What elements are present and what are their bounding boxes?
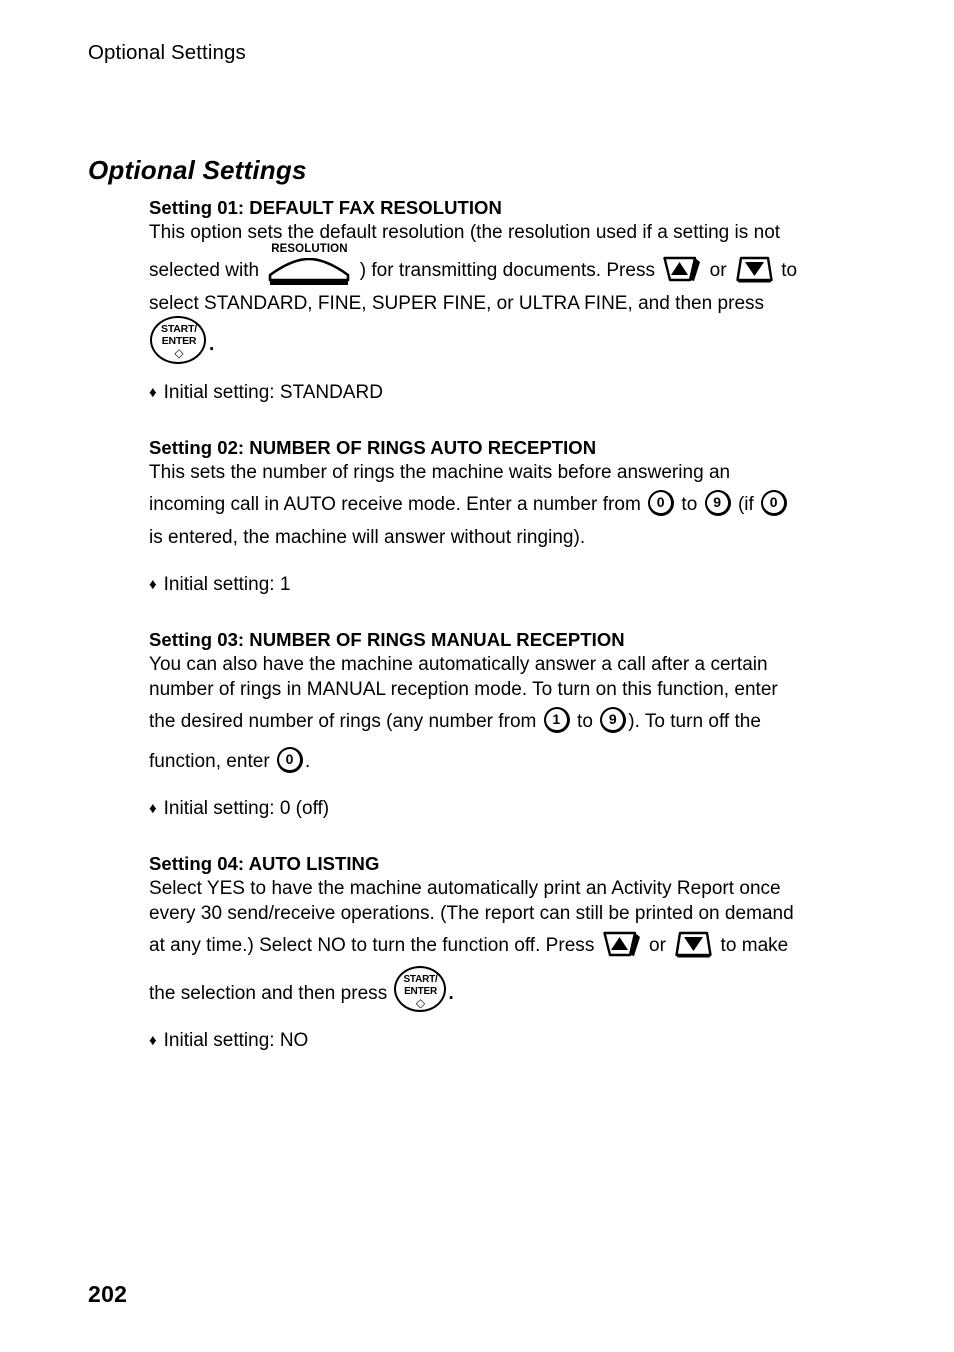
initial-setting-line: ♦ Initial setting: 0 (off) xyxy=(149,796,861,822)
paragraph-line: to xyxy=(577,711,593,732)
resolution-key-icon[interactable]: RESOLUTION xyxy=(266,243,352,289)
section-setting-03: Setting 03: NUMBER OF RINGS MANUAL RECEP… xyxy=(149,628,861,822)
paragraph-line: ) for transmitting documents. Press xyxy=(359,260,656,281)
paragraph-line: to xyxy=(681,494,698,515)
arrow-down-key-shape xyxy=(736,256,773,283)
start-enter-key-label-line1: START/ xyxy=(161,323,197,335)
section-paragraph: You can also have the machine automatica… xyxy=(149,652,861,677)
arrow-down-key-icon[interactable] xyxy=(734,254,774,284)
number-key-0-icon[interactable]: 0 xyxy=(648,490,675,516)
section-paragraph: number of rings in MANUAL reception mode… xyxy=(149,677,861,702)
paragraph-line: (if xyxy=(737,494,754,515)
section-paragraph-with-keys: selected with RESOLUTION ) for transmitt… xyxy=(149,243,861,291)
page-number: 202 xyxy=(88,1281,128,1307)
paragraph-line: to xyxy=(781,260,798,281)
paragraph-line: incoming call in AUTO receive mode. Ente… xyxy=(149,494,641,515)
paragraph-line: ). To turn off the xyxy=(628,711,761,732)
paragraph-line: . xyxy=(448,983,454,1004)
number-key-0-icon[interactable]: 0 xyxy=(277,747,304,773)
number-key-label: 1 xyxy=(552,711,561,727)
paragraph-line: . xyxy=(209,334,215,355)
start-enter-key-icon[interactable]: START/ ENTER ◇ xyxy=(150,316,208,366)
start-enter-key-label-line1: START/ xyxy=(403,974,438,985)
number-key-1-icon[interactable]: 1 xyxy=(543,707,570,733)
arrow-up-key-icon[interactable] xyxy=(602,929,642,959)
section-paragraph: is entered, the machine will answer with… xyxy=(149,525,861,550)
section-paragraph-with-keys: function, enter 0 . xyxy=(149,742,861,782)
number-key-9-icon[interactable]: 9 xyxy=(600,707,627,733)
number-key-label: 0 xyxy=(656,494,665,510)
section-setting-01: Setting 01: DEFAULT FAX RESOLUTION This … xyxy=(149,196,861,406)
initial-setting-text: Initial setting: STANDARD xyxy=(163,382,383,403)
section-paragraph-with-keys: START/ ENTER ◇ . xyxy=(149,316,861,366)
paragraph-line: every 30 send/receive operations. (The r… xyxy=(149,903,794,924)
number-key-label: 9 xyxy=(608,711,617,727)
section-paragraph: select STANDARD, FINE, SUPER FINE, or UL… xyxy=(149,291,861,316)
diamond-bullet-icon: ♦ xyxy=(149,384,157,401)
start-enter-key-diamond-icon: ◇ xyxy=(415,996,426,1010)
paragraph-line: . xyxy=(305,751,311,772)
number-key-label: 0 xyxy=(285,751,294,767)
initial-setting-line: ♦ Initial setting: 1 xyxy=(149,572,861,598)
section-heading: Setting 03: NUMBER OF RINGS MANUAL RECEP… xyxy=(149,629,625,650)
section-paragraph-with-keys: the selection and then press START/ ENTE… xyxy=(149,966,861,1014)
arrow-up-key-icon[interactable] xyxy=(662,254,702,284)
section-paragraph-with-keys: the desired number of rings (any number … xyxy=(149,702,861,742)
paragraph-line: or xyxy=(709,260,727,281)
paragraph-line: at any time.) Select NO to turn the func… xyxy=(149,935,595,956)
paragraph-line: function, enter xyxy=(149,751,270,772)
number-key-label: 0 xyxy=(769,494,778,510)
paragraph-line: is entered, the machine will answer with… xyxy=(149,527,586,548)
section-setting-02: Setting 02: NUMBER OF RINGS AUTO RECEPTI… xyxy=(149,436,861,598)
arrow-up-key-shape xyxy=(602,931,640,957)
paragraph-line: selected with xyxy=(149,260,260,281)
section-heading: Setting 02: NUMBER OF RINGS AUTO RECEPTI… xyxy=(149,437,597,458)
paragraph-line: This sets the number of rings the machin… xyxy=(149,462,731,483)
paragraph-line: This option sets the default resolution … xyxy=(149,222,781,243)
running-header: Optional Settings xyxy=(88,41,246,64)
initial-setting-line: ♦ Initial setting: STANDARD xyxy=(149,380,861,406)
diamond-bullet-icon: ♦ xyxy=(149,1032,157,1049)
number-key-0-icon[interactable]: 0 xyxy=(761,490,788,516)
initial-setting-text: Initial setting: NO xyxy=(163,1030,309,1051)
section-heading: Setting 04: AUTO LISTING xyxy=(149,853,380,874)
section-heading: Setting 01: DEFAULT FAX RESOLUTION xyxy=(149,197,502,218)
diamond-bullet-icon: ♦ xyxy=(149,576,157,593)
section-paragraph: This sets the number of rings the machin… xyxy=(149,460,861,485)
paragraph-line: You can also have the machine automatica… xyxy=(149,654,768,675)
body-column: Setting 01: DEFAULT FAX RESOLUTION This … xyxy=(149,196,861,1054)
arrow-down-key-icon[interactable] xyxy=(673,929,713,959)
resolution-key-label: RESOLUTION xyxy=(271,243,348,255)
paragraph-line: the desired number of rings (any number … xyxy=(149,711,537,732)
paragraph-line: or xyxy=(648,935,666,956)
start-enter-key-icon[interactable]: START/ ENTER ◇ xyxy=(393,966,448,1014)
page-title: Optional Settings xyxy=(88,155,307,186)
paragraph-line: number of rings in MANUAL reception mode… xyxy=(149,679,778,700)
number-key-9-icon[interactable]: 9 xyxy=(704,490,731,516)
initial-setting-text: Initial setting: 0 (off) xyxy=(163,798,330,819)
diamond-bullet-icon: ♦ xyxy=(149,800,157,817)
section-paragraph: every 30 send/receive operations. (The r… xyxy=(149,901,861,926)
initial-setting-line: ♦ Initial setting: NO xyxy=(149,1028,861,1054)
paragraph-line: select STANDARD, FINE, SUPER FINE, or UL… xyxy=(149,293,765,314)
section-paragraph: This option sets the default resolution … xyxy=(149,220,861,245)
section-paragraph-with-keys: at any time.) Select NO to turn the func… xyxy=(149,926,861,966)
arrow-up-key-shape xyxy=(663,256,701,282)
resolution-key-shape xyxy=(269,258,350,285)
document-page: Optional Settings Optional Settings Sett… xyxy=(0,0,954,1352)
paragraph-line: to make xyxy=(720,935,789,956)
initial-setting-text: Initial setting: 1 xyxy=(163,574,291,595)
section-paragraph: Select YES to have the machine automatic… xyxy=(149,876,861,901)
number-key-label: 9 xyxy=(713,494,722,510)
paragraph-line: Select YES to have the machine automatic… xyxy=(149,878,781,899)
section-setting-04: Setting 04: AUTO LISTING Select YES to h… xyxy=(149,852,861,1054)
start-enter-key-diamond-icon: ◇ xyxy=(174,346,184,360)
arrow-down-key-shape xyxy=(675,931,712,958)
paragraph-line: the selection and then press xyxy=(149,983,388,1004)
section-paragraph-with-keys: incoming call in AUTO receive mode. Ente… xyxy=(149,485,861,525)
